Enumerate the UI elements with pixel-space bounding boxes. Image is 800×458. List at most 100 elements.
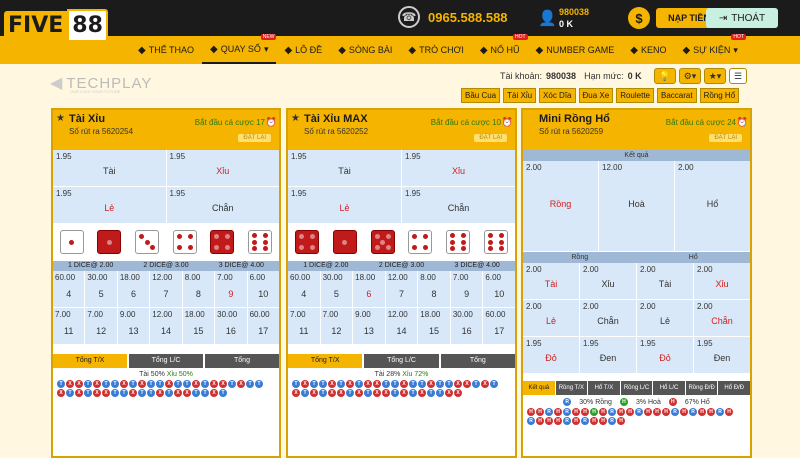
coin-icon[interactable]: $ [628, 7, 650, 29]
game-tab[interactable]: Rồng Hổ [699, 88, 740, 103]
side-bet-cell[interactable]: 1.95 Đen [580, 337, 636, 373]
nav-item-6[interactable]: ◆ NUMBER GAME [528, 36, 623, 64]
history-tab[interactable]: Tổng [205, 354, 279, 368]
history-tab[interactable]: Hổ L/C [653, 381, 685, 395]
user-info[interactable]: 👤 980038 0 K [538, 6, 589, 30]
dice-icon[interactable] [332, 230, 357, 254]
game-tab[interactable]: Roulette [616, 88, 654, 103]
menu-icon[interactable]: ☰ [729, 68, 747, 84]
side-bet-cell[interactable]: 2.00 Tài [523, 263, 579, 299]
logout-button[interactable]: ⇥ THOÁT [706, 8, 778, 28]
total-cell[interactable]: 6.00 10 [247, 271, 279, 307]
bet-cell[interactable]: 1.95 Tài [53, 150, 166, 186]
history-tab[interactable]: Hổ Đ/Đ [718, 381, 750, 395]
total-cell[interactable]: 6.00 10 [483, 271, 515, 307]
history-tab[interactable]: Tổng T/X [288, 354, 363, 368]
five88-logo[interactable]: FIVE 88 [4, 4, 108, 46]
total-cell[interactable]: 60.00 4 [53, 271, 85, 307]
total-cell[interactable]: 12.00 14 [150, 308, 182, 344]
settings-icon[interactable]: ⚙▾ [679, 68, 701, 84]
dice-icon[interactable] [59, 230, 84, 254]
total-cell[interactable]: 12.00 7 [385, 271, 418, 307]
side-bet-cell[interactable]: 2.00 Xỉu [694, 263, 750, 299]
history-tab[interactable]: Tổng L/C [364, 354, 439, 368]
reset-button[interactable]: ĐẶT LẠI [709, 134, 742, 142]
dice-icon[interactable] [97, 230, 122, 254]
nav-item-5[interactable]: ◆ NỔ HŨ HOT [472, 34, 528, 64]
dice-icon[interactable] [408, 230, 433, 254]
total-cell[interactable]: 60.00 17 [483, 308, 515, 344]
total-cell[interactable]: 7.00 12 [85, 308, 117, 344]
total-cell[interactable]: 30.00 5 [85, 271, 117, 307]
history-tab[interactable]: Tổng T/X [53, 354, 127, 368]
total-cell[interactable]: 7.00 11 [288, 308, 320, 344]
bulb-icon[interactable]: 💡 [654, 68, 676, 84]
total-cell[interactable]: 60.00 17 [247, 308, 279, 344]
total-cell[interactable]: 30.00 16 [215, 308, 247, 344]
dice-icon[interactable] [484, 230, 509, 254]
game-tab[interactable]: Tài Xỉu [503, 88, 537, 103]
bet-cell[interactable]: 1.95 Chẵn [402, 187, 515, 223]
game-tab[interactable]: Bầu Cua [461, 88, 501, 103]
main-bet-cell[interactable]: 12.00 Hoà [599, 161, 674, 251]
bet-cell[interactable]: 1.95 Xỉu [402, 150, 515, 186]
nav-item-4[interactable]: ◆ TRÒ CHƠI [400, 36, 471, 64]
total-cell[interactable]: 18.00 6 [117, 271, 150, 307]
total-cell[interactable]: 30.00 16 [450, 308, 483, 344]
history-tab[interactable]: Kết quả [523, 381, 555, 395]
star-icon[interactable]: ★▾ [704, 68, 726, 84]
dice-icon[interactable] [248, 230, 273, 254]
dice-icon[interactable] [135, 230, 160, 254]
side-bet-cell[interactable]: 2.00 Xỉu [580, 263, 636, 299]
total-cell[interactable]: 30.00 5 [320, 271, 353, 307]
side-bet-cell[interactable]: 2.00 Lẻ [637, 300, 693, 336]
bet-cell[interactable]: 1.95 Lẻ [53, 187, 166, 223]
total-cell[interactable]: 12.00 7 [150, 271, 182, 307]
bet-cell[interactable]: 1.95 Chẵn [166, 187, 279, 223]
star-icon[interactable]: ★ [56, 113, 65, 124]
history-tab[interactable]: Rồng Đ/Đ [685, 381, 718, 395]
side-bet-cell[interactable]: 2.00 Lẻ [523, 300, 579, 336]
game-tab[interactable]: Baccarat [657, 88, 697, 103]
dice-icon[interactable] [294, 230, 319, 254]
total-cell[interactable]: 7.00 9 [450, 271, 483, 307]
side-bet-cell[interactable]: 2.00 Chẵn [694, 300, 750, 336]
history-tab[interactable]: Rồng T/X [555, 381, 588, 395]
main-bet-cell[interactable]: 2.00 Rồng [523, 161, 598, 251]
total-cell[interactable]: 18.00 15 [182, 308, 215, 344]
total-cell[interactable]: 7.00 9 [215, 271, 247, 307]
total-cell[interactable]: 9.00 13 [353, 308, 385, 344]
history-tab[interactable]: Tổng [440, 354, 515, 368]
main-bet-cell[interactable]: 2.00 Hổ [675, 161, 750, 251]
dice-icon[interactable] [370, 230, 395, 254]
bet-cell[interactable]: 1.95 Xỉu [166, 150, 279, 186]
reset-button[interactable]: ĐẶT LẠI [474, 134, 507, 142]
nav-item-0[interactable]: ◆ THỂ THAO [130, 36, 202, 64]
history-tab[interactable]: Rồng L/C [620, 381, 653, 395]
star-icon[interactable]: ★ [291, 113, 300, 124]
total-cell[interactable]: 12.00 14 [385, 308, 418, 344]
side-bet-cell[interactable]: 1.95 Đỏ [523, 337, 579, 373]
history-tab[interactable]: Hổ T/X [588, 381, 620, 395]
total-cell[interactable]: 9.00 13 [117, 308, 150, 344]
side-bet-cell[interactable]: 2.00 Tài [637, 263, 693, 299]
bet-cell[interactable]: 1.95 Tài [288, 150, 401, 186]
side-bet-cell[interactable]: 1.95 Đen [694, 337, 750, 373]
total-cell[interactable]: 18.00 15 [418, 308, 450, 344]
side-bet-cell[interactable]: 1.95 Đỏ [637, 337, 693, 373]
nav-item-2[interactable]: ◆ LÔ ĐỀ [276, 36, 330, 64]
nav-item-1[interactable]: ◆ QUAY SỐ ▾ NEW [202, 34, 277, 64]
nav-item-7[interactable]: ◆ KENO [622, 36, 674, 64]
total-cell[interactable]: 8.00 8 [418, 271, 450, 307]
side-bet-cell[interactable]: 2.00 Chẵn [580, 300, 636, 336]
total-cell[interactable]: 7.00 12 [320, 308, 353, 344]
game-tab[interactable]: Xóc Dĩa [539, 88, 576, 103]
nav-item-3[interactable]: ◆ SÒNG BÀI [330, 36, 400, 64]
history-tab[interactable]: Tổng L/C [129, 354, 203, 368]
total-cell[interactable]: 8.00 8 [182, 271, 215, 307]
hotline[interactable]: ☎ 0965.588.588 [398, 6, 508, 28]
dice-icon[interactable] [210, 230, 235, 254]
total-cell[interactable]: 18.00 6 [353, 271, 385, 307]
nav-item-8[interactable]: ◆ SỰ KIỆN ▾ HOT [674, 34, 746, 64]
reset-button[interactable]: ĐẶT LẠI [238, 134, 271, 142]
